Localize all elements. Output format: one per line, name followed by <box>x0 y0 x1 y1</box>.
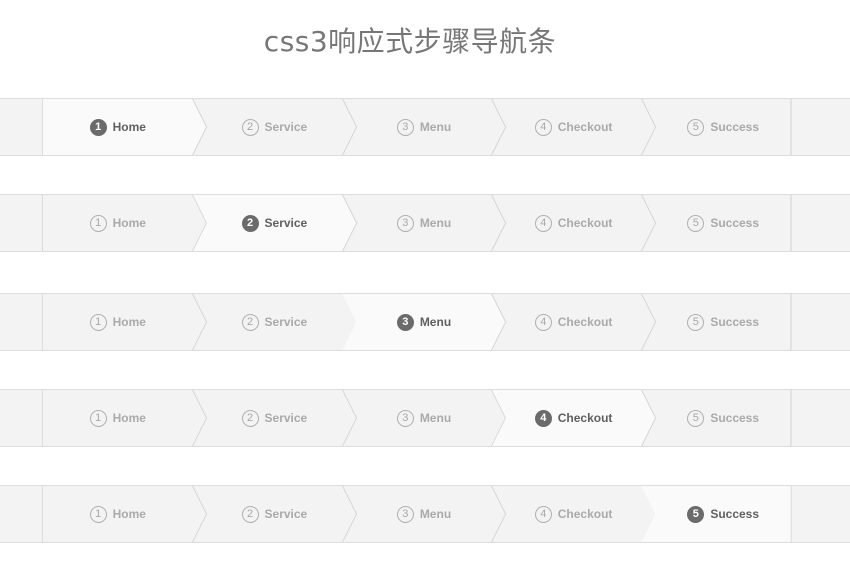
step-label: Success <box>710 315 760 329</box>
step-menu[interactable]: 3 Menu <box>342 485 507 543</box>
step-label: Service <box>264 216 308 230</box>
step-label: Service <box>264 411 308 425</box>
step-label: Home <box>112 507 146 521</box>
step-checkout[interactable]: 4 Checkout <box>492 98 656 156</box>
step-label: Service <box>264 507 308 521</box>
step-service[interactable]: 2 Service <box>193 485 357 543</box>
step-number-badge: 4 <box>534 505 552 523</box>
step-label: Checkout <box>557 120 613 134</box>
step-label: Menu <box>419 120 452 134</box>
step-label: Menu <box>419 315 452 329</box>
step-home[interactable]: 1 Home <box>43 389 208 447</box>
step-number-badge: 5 <box>687 505 705 523</box>
step-number-badge: 4 <box>534 409 552 427</box>
step-number-badge: 3 <box>396 409 414 427</box>
step-number-badge: 2 <box>241 313 259 331</box>
step-label: Checkout <box>557 507 613 521</box>
step-home[interactable]: 1 Home <box>43 485 208 543</box>
step-number-badge: 3 <box>396 505 414 523</box>
step-number-badge: 5 <box>687 214 705 232</box>
step-label: Checkout <box>557 315 613 329</box>
step-number-badge: 1 <box>89 214 107 232</box>
step-label: Checkout <box>557 216 613 230</box>
step-checkout[interactable]: 4 Checkout <box>492 293 656 351</box>
step-number-badge: 5 <box>687 313 705 331</box>
step-number-badge: 2 <box>241 118 259 136</box>
step-navbar: 1 Home 2 Service 3 Menu 4 Checkout 5 Success <box>0 98 850 156</box>
step-label: Home <box>112 216 146 230</box>
step-service[interactable]: 2 Service <box>193 98 357 156</box>
step-label: Service <box>264 315 308 329</box>
step-navbar: 1 Home 2 Service 3 Menu 4 Checkout 5 Success <box>0 293 850 351</box>
step-checkout[interactable]: 4 Checkout <box>492 194 656 252</box>
step-success[interactable]: 5 Success <box>641 486 791 542</box>
step-number-badge: 4 <box>534 313 552 331</box>
step-navbar: 1 Home 2 Service 3 Menu 4 Checkout 5 Success <box>0 485 850 543</box>
step-label: Success <box>710 216 760 230</box>
step-service[interactable]: 2 Service <box>193 293 357 351</box>
step-label: Home <box>112 411 146 425</box>
step-number-badge: 5 <box>687 118 705 136</box>
step-number-badge: 1 <box>89 313 107 331</box>
step-checkout[interactable]: 4 Checkout <box>492 485 656 543</box>
step-navbar: 1 Home 2 Service 3 Menu 4 Checkout 5 Success <box>0 389 850 447</box>
step-number-badge: 1 <box>89 118 107 136</box>
step-success[interactable]: 5 Success <box>641 99 791 155</box>
step-label: Home <box>112 120 146 134</box>
step-label: Menu <box>419 411 452 425</box>
step-number-badge: 3 <box>396 118 414 136</box>
step-number-badge: 4 <box>534 214 552 232</box>
step-home[interactable]: 1 Home <box>43 194 208 252</box>
step-checkout[interactable]: 4 Checkout <box>491 389 656 447</box>
step-number-badge: 2 <box>241 214 259 232</box>
step-label: Menu <box>419 507 452 521</box>
step-service[interactable]: 2 Service <box>192 194 357 252</box>
step-success[interactable]: 5 Success <box>641 294 791 350</box>
step-menu[interactable]: 3 Menu <box>342 389 507 447</box>
step-success[interactable]: 5 Success <box>641 195 791 251</box>
step-number-badge: 2 <box>241 409 259 427</box>
step-label: Home <box>112 315 146 329</box>
step-home[interactable]: 1 Home <box>43 293 208 351</box>
step-success[interactable]: 5 Success <box>641 390 791 446</box>
step-label: Checkout <box>557 411 613 425</box>
step-label: Success <box>710 507 760 521</box>
step-label: Menu <box>419 216 452 230</box>
step-label: Success <box>710 120 760 134</box>
step-number-badge: 1 <box>89 505 107 523</box>
step-menu[interactable]: 3 Menu <box>342 194 507 252</box>
step-number-badge: 2 <box>241 505 259 523</box>
step-menu[interactable]: 3 Menu <box>342 293 507 351</box>
step-number-badge: 3 <box>396 214 414 232</box>
step-navbar: 1 Home 2 Service 3 Menu 4 Checkout 5 Success <box>0 194 850 252</box>
step-number-badge: 1 <box>89 409 107 427</box>
step-home[interactable]: 1 Home <box>43 98 208 156</box>
step-label: Success <box>710 411 760 425</box>
step-label: Service <box>264 120 308 134</box>
step-number-badge: 5 <box>687 409 705 427</box>
page-title: css3响应式步骤导航条 <box>263 25 557 58</box>
step-service[interactable]: 2 Service <box>193 389 357 447</box>
step-number-badge: 4 <box>534 118 552 136</box>
step-number-badge: 3 <box>396 313 414 331</box>
step-menu[interactable]: 3 Menu <box>342 98 507 156</box>
